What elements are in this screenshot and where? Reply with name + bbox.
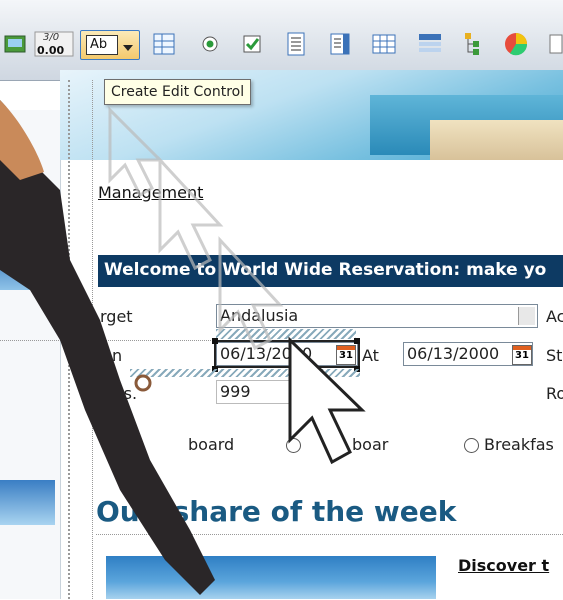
right-label-2: St bbox=[546, 346, 563, 365]
mouse-cursor-icon bbox=[288, 336, 366, 465]
checkbox-tool-button[interactable] bbox=[238, 30, 266, 58]
hero-beach-image bbox=[430, 120, 563, 160]
radio-tool-button[interactable] bbox=[196, 30, 224, 58]
listbox-icon bbox=[287, 32, 305, 56]
right-label-1: Ac bbox=[546, 307, 563, 326]
counter-tool-button[interactable]: 3/0 0.00 bbox=[33, 30, 75, 58]
right-label-3: Ro bbox=[546, 384, 563, 403]
tree-icon bbox=[465, 33, 479, 55]
tree-tool-button[interactable] bbox=[460, 30, 488, 58]
list-tool-button[interactable] bbox=[326, 30, 354, 58]
image-icon bbox=[4, 35, 26, 53]
pie-chart-icon bbox=[505, 33, 528, 56]
dropdown-arrow-icon[interactable] bbox=[123, 45, 133, 51]
edit-control-label: Ab bbox=[90, 37, 108, 52]
more-icon bbox=[549, 34, 563, 54]
checkbox-icon bbox=[243, 35, 261, 53]
board-radio-3[interactable] bbox=[464, 438, 479, 453]
counter-bottom-text: 0.00 bbox=[37, 44, 65, 57]
form-tool-button[interactable] bbox=[416, 30, 444, 58]
grid-icon bbox=[372, 34, 396, 54]
at-calendar-icon-text: 31 bbox=[515, 350, 529, 361]
gloved-hand-icon bbox=[0, 100, 215, 595]
form-icon bbox=[419, 34, 441, 52]
listbox-tool-button[interactable] bbox=[282, 30, 310, 58]
image-tool-button[interactable] bbox=[2, 30, 30, 58]
grid-tool-button[interactable] bbox=[370, 30, 398, 58]
at-date-input-value: 06/13/2000 bbox=[407, 344, 500, 363]
create-edit-control-button[interactable]: Ab bbox=[80, 30, 140, 60]
select-arrow-icon[interactable] bbox=[518, 307, 535, 325]
board-radio-3-label: Breakfas bbox=[484, 435, 554, 454]
radio-icon bbox=[202, 36, 218, 52]
table-tool-button[interactable] bbox=[150, 30, 178, 58]
more-tools-button[interactable] bbox=[548, 30, 563, 58]
create-edit-control-tooltip: Create Edit Control bbox=[104, 79, 252, 105]
list-icon bbox=[330, 33, 350, 55]
discover-link[interactable]: Discover t bbox=[458, 556, 549, 575]
counter-top-text: 3/0 bbox=[43, 32, 60, 43]
table-icon bbox=[153, 33, 175, 55]
at-calendar-icon[interactable]: 31 bbox=[512, 345, 532, 365]
pie-chart-tool-button[interactable] bbox=[502, 30, 530, 58]
